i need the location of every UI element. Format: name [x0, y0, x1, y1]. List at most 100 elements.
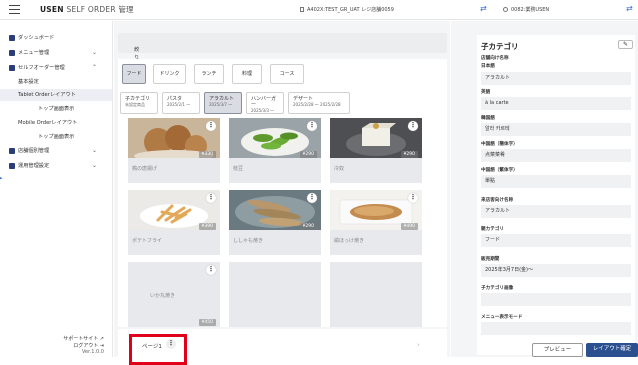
- empty-card-slot: [330, 262, 422, 327]
- tab-lunch[interactable]: ランチ: [194, 64, 224, 84]
- version-label: Ver.1.0.0: [81, 349, 104, 355]
- menu-item-card[interactable]: ¥390 ⋮ ポテトフライ: [128, 190, 220, 255]
- chevron-down-icon: ⌄: [92, 49, 98, 56]
- sidebar-item-label: 店舗個別管理: [18, 148, 50, 154]
- menu-item-card[interactable]: ¥290 ⋮ ししゃも焼き: [229, 190, 321, 255]
- preview-button[interactable]: プレビュー: [532, 343, 583, 357]
- sidebar-item-label: Tablet Orderレイアウト: [18, 92, 76, 98]
- user-icon: [503, 7, 508, 12]
- menu-item-card[interactable]: ¥490 ⋮ 縞ほっけ焼き: [330, 190, 422, 255]
- price-badge: ¥290: [299, 151, 317, 158]
- field-label: メニュー表示モード: [481, 315, 523, 320]
- subtab-date: 2025/3/3 〜: [251, 108, 275, 113]
- tab-drink[interactable]: ドリンク: [153, 64, 186, 84]
- menu-item-name: ししゃも焼き: [233, 238, 264, 244]
- sidebar-item-mobile-layout[interactable]: Mobile Orderレイアウト: [0, 117, 112, 129]
- sidebar-item-label: メニュー管理: [18, 50, 50, 56]
- subtab-a-la-carte[interactable]: アラカルト 2025/3/7 〜: [204, 92, 242, 114]
- subcategory-tabs: 子カテゴリ 未設定商品 パスタ 2025/2/1 〜 アラカルト 2025/3/7 〜…: [118, 90, 447, 118]
- page-selector: ページ1 ⋮ ›: [118, 329, 447, 365]
- price-badge: ¥290: [400, 151, 418, 158]
- subtab-pasta[interactable]: パスタ 2025/2/1 〜: [162, 92, 200, 114]
- price-badge: ¥290: [299, 223, 317, 230]
- field-label: 韓国語: [481, 116, 495, 121]
- detail-title: 子カテゴリ: [481, 42, 519, 51]
- tab-food[interactable]: フード: [122, 64, 146, 84]
- more-options-icon[interactable]: ⋮: [408, 121, 418, 131]
- field-value: [481, 293, 631, 306]
- menu-item-grid: ¥330 ⋮ 鶏の唐揚げ ¥290 ⋮ 枝豆 ¥290 ⋮ 冷奴 ¥390 ⋮ …: [118, 115, 447, 327]
- chevron-down-icon: ⌄: [92, 162, 98, 169]
- subtab-dessert[interactable]: デザート 2025/2/28 〜 2025/2/28: [288, 92, 350, 114]
- sidebar-item-operation[interactable]: 運用管理設定 ⌄: [0, 160, 112, 172]
- subtab-hamburger[interactable]: ハンバーガー 2025/3/3 〜: [246, 92, 284, 114]
- field-value: フード: [481, 234, 631, 247]
- settings-icon: [9, 163, 15, 169]
- field-label: 親カテゴリ: [481, 227, 504, 232]
- edit-button[interactable]: ✎: [618, 40, 633, 49]
- menu-icon[interactable]: [9, 5, 20, 14]
- store-label: A402X:TEST_GR_UAT レジ店舗0059: [307, 7, 394, 13]
- more-options-icon[interactable]: ⋮: [307, 193, 317, 203]
- field-label: 英語: [481, 90, 491, 95]
- app-title: USEN SELF ORDER 管理: [40, 4, 134, 15]
- brand-label: USEN: [40, 5, 64, 14]
- filter-search-bar[interactable]: ⌄ 絞り込み検索: [118, 33, 447, 93]
- menu-item-name: 枝豆: [233, 166, 244, 172]
- field-value: 알라 카르테: [481, 123, 631, 136]
- switch-account-icon[interactable]: ⇄: [626, 4, 633, 13]
- chevron-right-icon[interactable]: ›: [417, 341, 420, 349]
- sidebar-item-tablet-layout[interactable]: Tablet Orderレイアウト: [0, 89, 112, 101]
- confirm-layout-button[interactable]: レイアウト確定: [586, 343, 638, 357]
- menu-item-card[interactable]: ¥450 ⋮ いか丸焼き: [128, 262, 220, 327]
- sidebar-item-self-order[interactable]: セルフオーダー管理 ⌃: [0, 62, 112, 74]
- store-icon: [300, 7, 304, 12]
- tab-course[interactable]: コース: [270, 64, 304, 84]
- field-value: アラカルト: [481, 72, 631, 85]
- field-value: アラカルト: [481, 205, 631, 218]
- arrow-right-icon: ▸: [0, 174, 3, 182]
- sidebar-item-menu[interactable]: メニュー管理 ⌄: [0, 47, 112, 59]
- store-info: A402X:TEST_GR_UAT レジ店舗0059: [300, 6, 394, 13]
- category-detail-card: 子カテゴリ ✎ 店舗向け名称 日本語 アラカルト 英語 à la carte 韓…: [477, 35, 635, 355]
- chevron-up-icon: ⌃: [92, 64, 98, 71]
- account-label: 0082:業務USEN: [511, 7, 550, 13]
- sidebar-item-label: トップ画面表示: [38, 106, 75, 112]
- store-management-icon: [9, 148, 15, 154]
- sidebar-item-mobile-top[interactable]: トップ画面表示: [0, 131, 112, 143]
- tab-dish[interactable]: 料理: [232, 64, 262, 84]
- sidebar-item-store[interactable]: 店舗個別管理 ⌄: [0, 145, 112, 157]
- logout-link[interactable]: ログアウト ⇥: [73, 342, 104, 349]
- support-link[interactable]: サポートサイト ↗: [63, 335, 104, 342]
- field-label: 中国語（繁体字）: [481, 168, 518, 173]
- sidebar-item-dashboard[interactable]: ダッシュボード: [0, 32, 112, 44]
- subtab-unset[interactable]: 子カテゴリ 未設定商品: [120, 92, 158, 114]
- sidebar-item-label: 運用管理設定: [18, 163, 50, 169]
- sidebar-item-label: ダッシュボード: [18, 35, 55, 41]
- more-options-icon[interactable]: ⋮: [206, 193, 216, 203]
- field-label: 来店客向け名称: [481, 198, 514, 203]
- menu-item-card[interactable]: ¥290 ⋮ 冷奴: [330, 118, 422, 183]
- sidebar-item-basic-settings[interactable]: 基本設定: [0, 76, 112, 88]
- subtab-title: ハンバーガー: [251, 96, 277, 108]
- sidebar: ダッシュボード メニュー管理 ⌄ セルフオーダー管理 ⌃ 基本設定 Tablet O…: [0, 21, 113, 357]
- subtab-date: 2025/3/7 〜: [209, 102, 233, 107]
- more-options-icon[interactable]: ⋮: [206, 265, 216, 275]
- menu-item-name: いか丸焼き: [150, 293, 176, 299]
- sidebar-item-tablet-top[interactable]: トップ画面表示: [0, 103, 112, 115]
- chevron-down-icon: ⌄: [92, 147, 98, 154]
- field-value: 2025年3月7日(金)〜: [481, 264, 631, 277]
- more-options-icon[interactable]: ⋮: [408, 193, 418, 203]
- category-tabs: フード ドリンク ランチ 料理 コース: [118, 59, 447, 91]
- top-bar: USEN SELF ORDER 管理 A402X:TEST_GR_UAT レジ店…: [0, 0, 638, 20]
- menu-item-name: 縞ほっけ焼き: [334, 238, 365, 244]
- more-options-icon[interactable]: ⋮: [206, 121, 216, 131]
- main-content: ⌄ 絞り込み検索 フード ドリンク ランチ 料理 コース 子カテゴリ未設定商品 …: [114, 21, 450, 365]
- switch-store-icon[interactable]: ⇄: [480, 4, 487, 13]
- price-badge: ¥490: [400, 223, 418, 230]
- more-options-icon[interactable]: ⋮: [307, 121, 317, 131]
- menu-item-card[interactable]: ¥290 ⋮ 枝豆: [229, 118, 321, 183]
- menu-item-card[interactable]: ¥330 ⋮ 鶏の唐揚げ: [128, 118, 220, 183]
- highlight-box: [129, 334, 187, 365]
- menu-management-icon: [9, 50, 15, 56]
